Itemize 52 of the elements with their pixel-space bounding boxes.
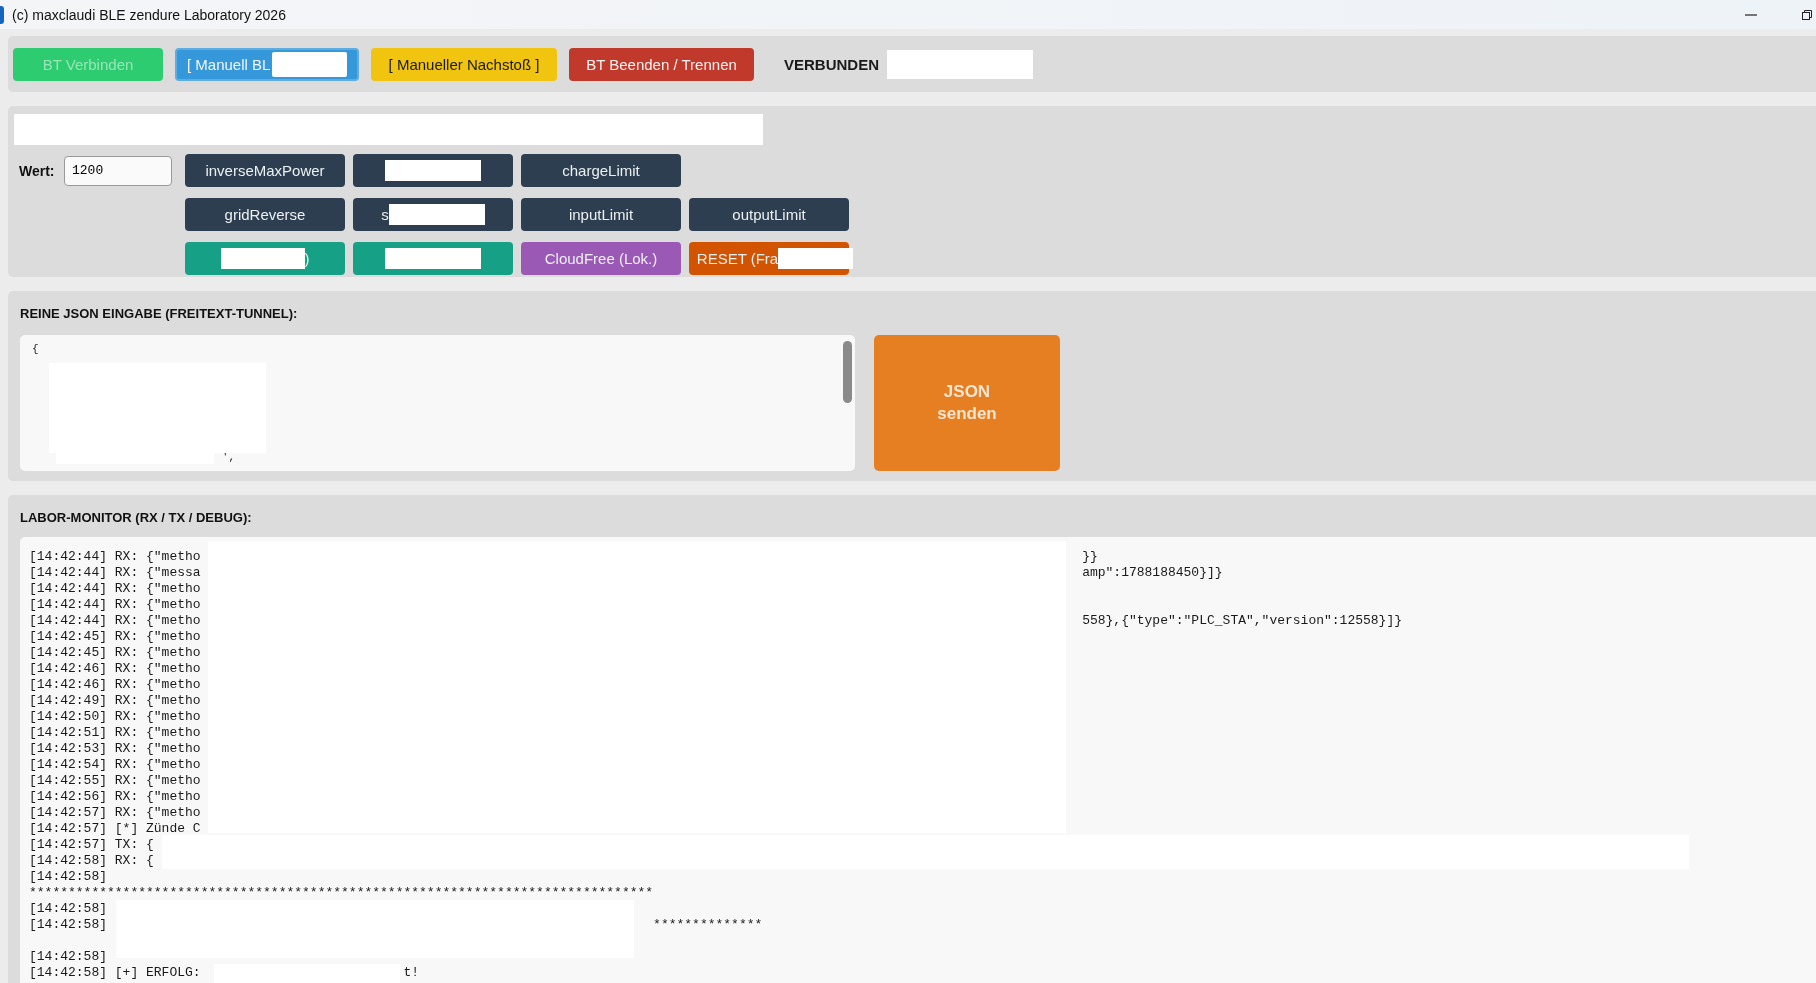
status-label: VERBUNDEN	[784, 55, 879, 73]
log-line: [14:42:56] RX: {"metho	[29, 789, 201, 805]
command-button[interactable]: inputLimit	[521, 198, 681, 231]
log-line: [14:42:57] [*] Zünde C	[29, 821, 201, 837]
log-line: [14:42:58] [+] ERFOLG:	[29, 965, 201, 981]
command-button[interactable]: s	[353, 198, 513, 231]
log-line: [14:42:57] TX: {	[29, 837, 154, 853]
log-line: [14:42:44] RX: {"messa	[29, 565, 201, 581]
log-line: [14:42:44] RX: {"metho	[29, 597, 201, 613]
log-line: [14:42:46] RX: {"metho	[29, 677, 201, 693]
log-line: [14:42:58]	[29, 869, 107, 885]
connect-button[interactable]: [ Manueller Nachstoß ]	[371, 47, 557, 81]
log-line: [14:42:58]	[29, 917, 107, 933]
json-text: {	[32, 343, 39, 355]
restore-icon[interactable]	[1802, 9, 1812, 20]
log-line: ********************************************************************************	[29, 885, 654, 901]
log-line: [14:42:57] RX: {"metho	[29, 805, 201, 821]
command-button[interactable]: chargeLimit	[521, 154, 681, 187]
log-line: [14:42:44] RX: {"metho	[29, 549, 201, 565]
log-line: [14:42:44] RX: {"metho	[29, 613, 201, 629]
log-line: [14:42:50] RX: {"metho	[29, 709, 201, 725]
log-line: [14:42:51] RX: {"metho	[29, 725, 201, 741]
command-button[interactable]: gridReverse	[185, 198, 345, 231]
command-button[interactable]	[353, 154, 513, 187]
section-title: REINE JSON EINGABE (FREITEXT-TUNNEL):	[20, 306, 298, 321]
connect-button[interactable]: BT Beenden / Trennen	[569, 47, 754, 81]
window-title: (c) maxclaudi BLE zendure Laboratory 2026	[12, 6, 287, 23]
section-title: LABOR-MONITOR (RX / TX / DEBUG):	[20, 510, 252, 525]
scrollbar-thumb[interactable]	[843, 341, 852, 403]
value-label: Wert:	[18, 162, 56, 179]
value-field[interactable]: 1200	[64, 155, 172, 186]
text-field[interactable]	[14, 114, 763, 145]
log-line: [14:42:55] RX: {"metho	[29, 773, 201, 789]
log-line: [14:42:58] RX: {	[29, 853, 154, 869]
log-line: 558},{"type":"PLC_STA","version":12558}]}	[1082, 613, 1402, 629]
log-line: **************	[653, 917, 763, 933]
log-line: [14:42:45] RX: {"metho	[29, 629, 201, 645]
log-line: [14:42:46] RX: {"metho	[29, 661, 201, 677]
log-line: t!	[403, 965, 420, 981]
log-line: [14:42:58]	[29, 901, 107, 917]
log-line: amp":1788188450}]}	[1082, 565, 1223, 581]
log-line: [14:42:58]	[29, 949, 107, 965]
log-line: [14:42:54] RX: {"metho	[29, 757, 201, 773]
log-line: [14:42:45] RX: {"metho	[29, 645, 201, 661]
command-button[interactable]: inverseMaxPower	[185, 154, 345, 187]
log-line: [14:42:49] RX: {"metho	[29, 693, 201, 709]
app-icon	[0, 5, 4, 24]
command-button[interactable]: CloudFree (Lok.)	[521, 242, 681, 275]
log-line: [14:42:44] RX: {"metho	[29, 581, 201, 597]
log-line: }}	[1082, 549, 1098, 565]
command-button[interactable]: outputLimit	[689, 198, 849, 231]
log-line: [14:42:53] RX: {"metho	[29, 741, 201, 757]
